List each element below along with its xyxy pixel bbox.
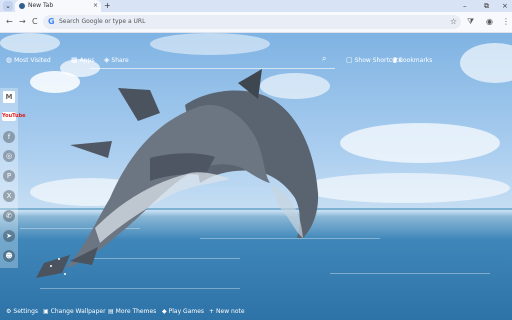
youtube-icon[interactable]: YouTube: [2, 112, 26, 121]
gmail-icon[interactable]: M: [3, 91, 15, 103]
play-games-link[interactable]: ◆ Play Games: [162, 307, 204, 317]
new-tab-page: ◍ Most Visited ▦ Apps ◈ Share ⌕ ▢ Show Short…: [0, 33, 512, 320]
browser-toolbar: ← → C G Search Google or type a URL ☆ ⧩ …: [0, 12, 512, 33]
water-splash: [58, 258, 60, 260]
globe-icon: ◍: [6, 56, 13, 64]
apps-link[interactable]: ▦ Apps: [71, 55, 94, 66]
telegram-icon[interactable]: ➤: [3, 230, 15, 242]
close-window-button[interactable]: ×: [502, 0, 508, 12]
search-underline: [90, 68, 335, 69]
reload-button[interactable]: C: [32, 16, 38, 28]
profile-avatar-icon[interactable]: ◉: [486, 16, 493, 28]
tab-strip: ⌄ New Tab × + – ⧉ ×: [0, 0, 512, 12]
forward-button[interactable]: →: [19, 16, 26, 28]
search-icon[interactable]: ⌕: [322, 54, 326, 64]
image-icon: ▣: [43, 308, 49, 315]
share-link[interactable]: ◈ Share: [104, 55, 129, 66]
gear-icon: ⚙: [6, 308, 12, 315]
instagram-icon[interactable]: ◎: [3, 150, 15, 162]
whatsapp-icon[interactable]: ✆: [3, 210, 15, 222]
front-dolphin-fin: [118, 88, 160, 121]
address-bar[interactable]: G Search Google or type a URL ☆: [43, 15, 461, 29]
bookmark-icon: ▮: [393, 56, 397, 64]
front-dolphin-flipper: [70, 141, 112, 158]
restore-button[interactable]: ⧉: [484, 0, 489, 12]
gamepad-icon: ◆: [162, 308, 167, 315]
bookmarks-link[interactable]: ▮ Bookmarks: [393, 55, 432, 66]
settings-link[interactable]: ⚙ Settings: [6, 307, 38, 317]
tab-search-button[interactable]: ⌄: [3, 1, 13, 11]
x-icon[interactable]: X: [3, 190, 15, 202]
minimize-button[interactable]: –: [463, 0, 467, 12]
more-themes-link[interactable]: ▤ More Themes: [108, 307, 156, 317]
dolphins-wallpaper: [36, 69, 319, 278]
change-wallpaper-link[interactable]: ▣ Change Wallpaper: [43, 307, 106, 317]
pinterest-icon[interactable]: P: [3, 170, 15, 182]
reddit-icon[interactable]: ☻: [3, 250, 15, 262]
address-bar-placeholder: Search Google or type a URL: [59, 18, 146, 25]
plus-icon: +: [209, 308, 215, 315]
checkbox-icon: ▢: [346, 56, 353, 64]
bottom-bar: ⚙ Settings ▣ Change Wallpaper ▤ More Themes…: [0, 304, 512, 320]
back-button[interactable]: ←: [6, 16, 13, 28]
tab-title: New Tab: [28, 2, 54, 9]
grid-icon: ▦: [71, 56, 78, 64]
tab-close-icon[interactable]: ×: [93, 1, 98, 11]
facebook-icon[interactable]: f: [3, 131, 15, 143]
browser-menu-icon[interactable]: ⋮: [502, 16, 510, 28]
tab-favicon-icon: [19, 3, 25, 9]
palette-icon: ▤: [108, 308, 114, 315]
water-splash: [64, 273, 66, 275]
extensions-icon[interactable]: ⧩: [467, 16, 474, 28]
new-note-link[interactable]: + New note: [209, 307, 245, 317]
google-icon: G: [48, 17, 55, 26]
share-icon: ◈: [104, 56, 110, 64]
tab-new-tab[interactable]: New Tab ×: [15, 0, 101, 12]
bookmark-star-icon[interactable]: ☆: [450, 16, 457, 28]
most-visited-link[interactable]: ◍ Most Visited: [6, 55, 51, 66]
water-splash: [50, 265, 52, 267]
new-tab-button[interactable]: +: [104, 0, 111, 12]
social-sidebar: M YouTube f ◎ P X ✆ ➤ ☻: [0, 88, 26, 268]
